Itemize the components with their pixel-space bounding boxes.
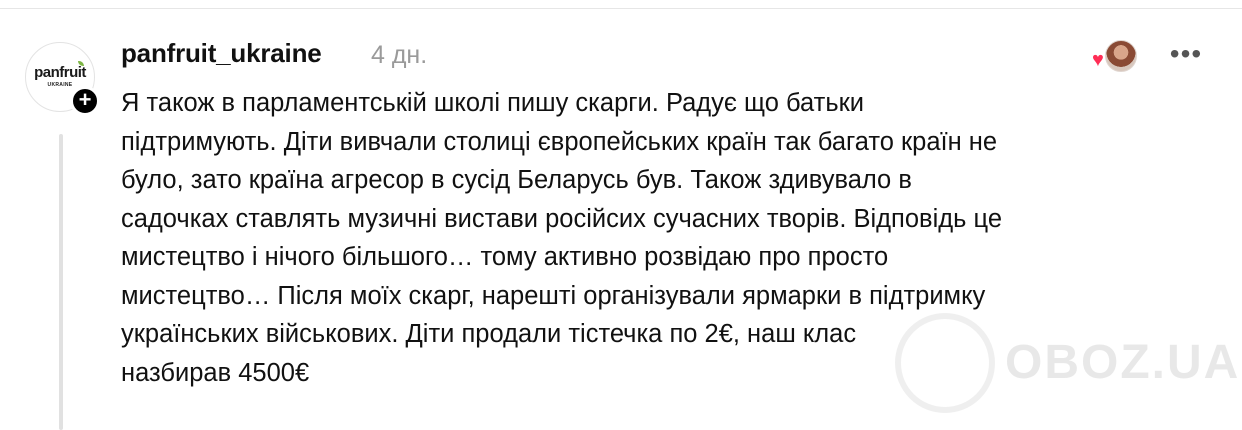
comment-line: підтримують. Діти вивчали столиці європе… [121, 127, 998, 156]
comment-line: назбирав 4500€ [121, 358, 310, 387]
comment-text: Я також в парламентській школі пишу скар… [121, 84, 1221, 392]
comment-line: було, зато країна агресор в сусід Белару… [121, 166, 912, 194]
liked-by-author: ♥ [1092, 40, 1138, 72]
divider [0, 8, 1242, 9]
comment-line: мистецтво… Після моїх скарг, нарешті орг… [121, 281, 986, 310]
liker-avatar [1105, 40, 1137, 72]
username[interactable]: panfruit_ukraine [121, 38, 322, 69]
plus-icon: + [78, 87, 92, 112]
more-icon[interactable]: ••• [1168, 36, 1204, 72]
thread-line [59, 134, 63, 430]
heart-icon: ♥ [1092, 49, 1104, 71]
post-time: 4 дн. [371, 41, 428, 69]
follow-button[interactable]: + [70, 86, 100, 116]
comment-card: panfruit UKRAINE + panfruit_ukraine 4 дн… [0, 0, 1242, 430]
comment-line: мистецтво і нічого більшого… тому активн… [121, 243, 889, 271]
comment-line: садочках ставлять музичні вистави російс… [121, 204, 1003, 233]
comment-line: українських військових. Діти продали тіс… [121, 320, 857, 348]
avatar-logo-text: panfruit [34, 64, 86, 81]
comment-line: Я також в парламентській школі пишу скар… [121, 89, 864, 117]
